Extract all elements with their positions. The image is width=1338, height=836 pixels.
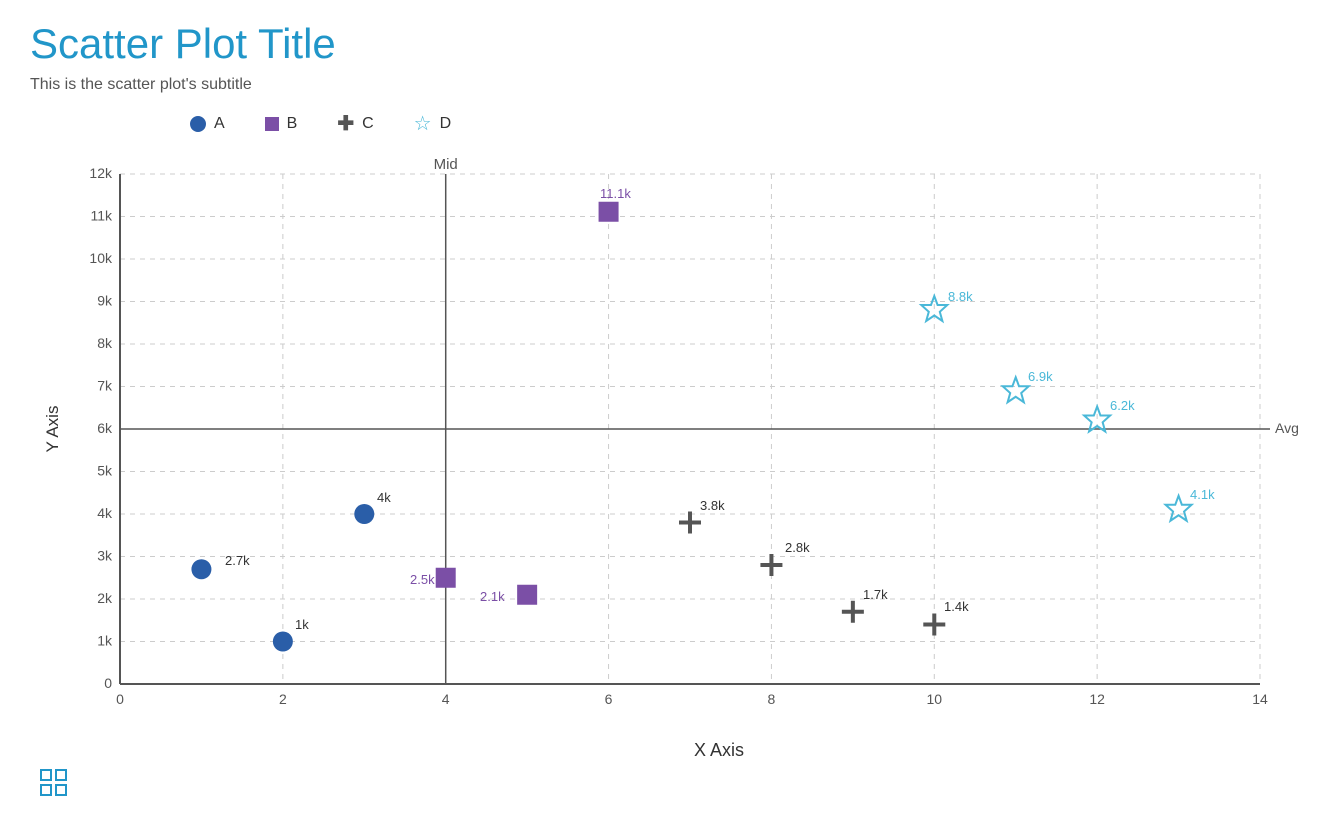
- svg-text:2: 2: [279, 691, 287, 707]
- legend-circle-icon: [190, 116, 206, 132]
- svg-text:8: 8: [768, 691, 776, 707]
- data-label-a1: 2.7k: [225, 553, 250, 568]
- svg-text:10k: 10k: [89, 250, 113, 266]
- data-point-d2: [1003, 377, 1029, 402]
- data-label-b3: 11.1k: [600, 186, 631, 201]
- bottom-icon-grid: [40, 769, 1308, 796]
- svg-text:0: 0: [116, 691, 124, 707]
- svg-text:12: 12: [1089, 691, 1105, 707]
- data-label-b2: 2.1k: [480, 589, 505, 604]
- data-label-b1: 2.5k: [410, 572, 435, 587]
- legend-label-a: A: [214, 115, 225, 133]
- svg-text:8k: 8k: [97, 335, 113, 351]
- data-label-d3: 6.2k: [1110, 398, 1135, 413]
- data-point-b3: [599, 202, 619, 222]
- data-point-a2: [273, 632, 293, 652]
- data-point-b2: [517, 585, 537, 605]
- svg-text:10: 10: [927, 691, 943, 707]
- data-point-b1: [436, 568, 456, 588]
- svg-text:6: 6: [605, 691, 613, 707]
- x-tick-labels: 0 2 4 6 8 10 12 14: [116, 691, 1268, 707]
- data-label-d1: 8.8k: [948, 289, 973, 304]
- svg-text:4: 4: [442, 691, 450, 707]
- legend-square-icon: [265, 117, 279, 131]
- svg-text:2k: 2k: [97, 590, 113, 606]
- scatter-plot-svg: 0 2 4 6 8 10 12 14 0 1k 2k 3k 4k 5k 6k 7…: [40, 154, 1300, 734]
- svg-text:5k: 5k: [97, 463, 113, 479]
- chart-title: Scatter Plot Title: [30, 20, 1308, 68]
- data-label-c4: 1.4k: [944, 599, 969, 614]
- svg-text:11k: 11k: [90, 208, 113, 224]
- chart-subtitle: This is the scatter plot's subtitle: [30, 76, 1308, 94]
- ref-line-mid-label: Mid: [434, 156, 458, 173]
- svg-text:3k: 3k: [97, 548, 113, 564]
- y-axis-label: Y Axis: [43, 406, 62, 453]
- legend-item-b: B: [265, 115, 298, 133]
- data-point-a3: [354, 504, 374, 524]
- legend-label-c: C: [362, 115, 374, 133]
- data-point-c3: [842, 601, 864, 623]
- legend-item-d: ☆ D: [414, 114, 452, 134]
- data-label-d4: 4.1k: [1190, 487, 1215, 502]
- chart-legend: A B ✚ C ☆ D: [190, 114, 1308, 134]
- svg-text:0: 0: [104, 675, 112, 691]
- scatter-plot-area: 0 2 4 6 8 10 12 14 0 1k 2k 3k 4k 5k 6k 7…: [40, 154, 1300, 734]
- svg-text:12k: 12k: [89, 165, 113, 181]
- legend-label-b: B: [287, 115, 298, 133]
- data-point-d4: [1166, 496, 1192, 521]
- data-label-c2: 2.8k: [785, 540, 810, 555]
- legend-plus-icon: ✚: [337, 114, 354, 134]
- data-label-c1: 3.8k: [700, 498, 725, 513]
- data-label-c3: 1.7k: [863, 587, 888, 602]
- legend-label-d: D: [440, 115, 452, 133]
- y-tick-labels: 0 1k 2k 3k 4k 5k 6k 7k 8k 9k 10k 11k 12k: [89, 165, 113, 691]
- svg-text:4k: 4k: [97, 505, 113, 521]
- svg-text:9k: 9k: [97, 293, 113, 309]
- svg-text:1k: 1k: [97, 633, 113, 649]
- data-point-c2: [760, 554, 782, 576]
- data-point-c4: [923, 614, 945, 636]
- x-axis-label: X Axis: [130, 740, 1308, 761]
- legend-star-icon: ☆: [414, 114, 432, 134]
- svg-text:14: 14: [1252, 691, 1268, 707]
- ref-line-avg-label: Avg (est): [1275, 420, 1300, 436]
- grid-icon-1: [40, 769, 52, 781]
- data-label-a2: 1k: [295, 617, 309, 632]
- data-point-a1: [191, 559, 211, 579]
- svg-text:6k: 6k: [97, 420, 113, 436]
- grid-lines-horizontal: [120, 174, 1260, 642]
- legend-item-a: A: [190, 115, 225, 133]
- grid-icon-3: [40, 784, 52, 796]
- data-label-d2: 6.9k: [1028, 369, 1053, 384]
- legend-item-c: ✚ C: [337, 114, 373, 134]
- grid-icon-2: [55, 769, 67, 781]
- data-point-c1: [679, 512, 701, 534]
- svg-text:7k: 7k: [97, 378, 113, 394]
- data-label-a3: 4k: [377, 490, 391, 505]
- grid-icon-4: [55, 784, 67, 796]
